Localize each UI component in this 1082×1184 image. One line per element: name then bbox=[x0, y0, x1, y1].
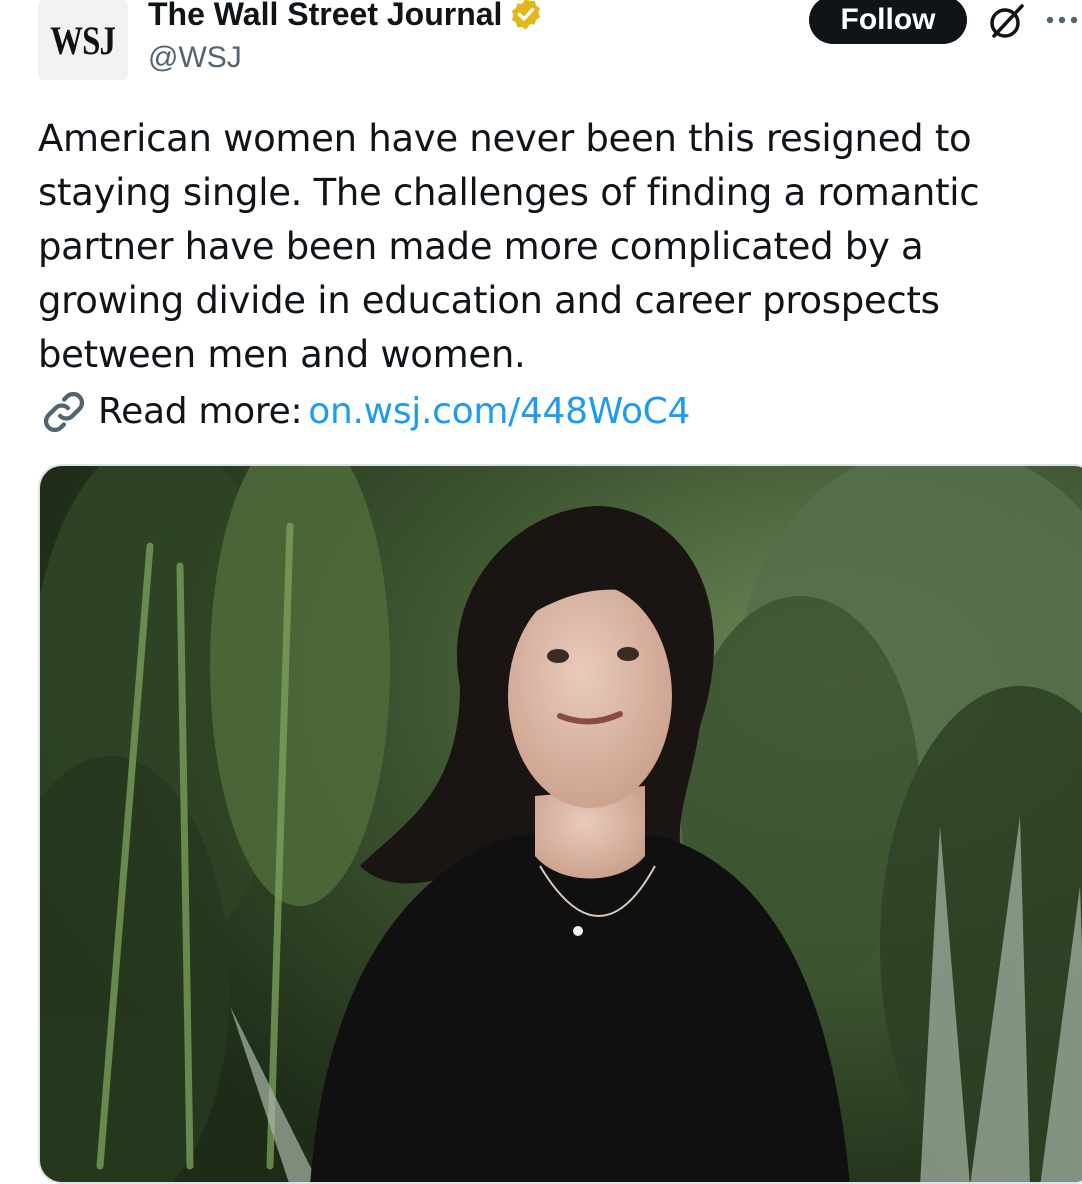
tweet-photo[interactable] bbox=[38, 464, 1082, 1184]
account-handle[interactable]: @WSJ bbox=[148, 40, 242, 76]
more-options-icon[interactable] bbox=[1042, 4, 1082, 34]
display-name[interactable]: The Wall Street Journal bbox=[148, 0, 502, 34]
avatar-logo-text: WSJ bbox=[50, 17, 117, 63]
grok-icon[interactable] bbox=[984, 0, 1028, 44]
photo-woman-garden bbox=[40, 466, 1082, 1182]
link-icon bbox=[43, 391, 85, 433]
verified-badge-icon bbox=[512, 0, 541, 30]
follow-button[interactable]: Follow bbox=[809, 0, 967, 44]
read-more-row: Read more: on.wsj.com/448WoC4 bbox=[38, 386, 690, 438]
tweet-text: American women have never been this resi… bbox=[38, 117, 980, 376]
read-more-label: Read more: bbox=[98, 391, 303, 432]
account-name-row: The Wall Street Journal bbox=[148, 0, 544, 34]
avatar[interactable]: WSJ bbox=[38, 0, 128, 80]
article-link[interactable]: on.wsj.com/448WoC4 bbox=[308, 387, 690, 437]
